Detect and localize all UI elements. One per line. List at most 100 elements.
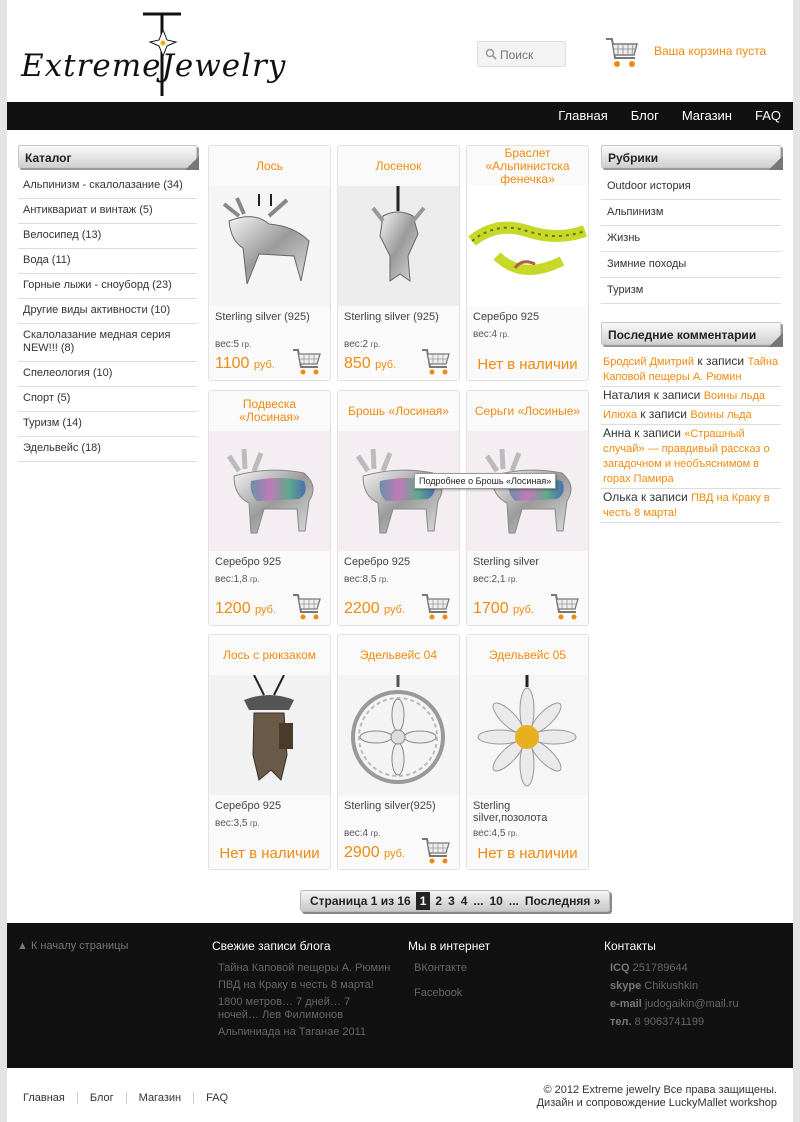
rubric-item[interactable]: Альпинизм xyxy=(601,200,781,226)
add-to-cart-icon[interactable] xyxy=(292,348,322,376)
product-title[interactable]: Брошь «Лосиная» xyxy=(338,391,459,431)
catalog-item[interactable]: Альпинизм - скалолазание (34) xyxy=(18,174,197,199)
catalog-item[interactable]: Спелеология (10) xyxy=(18,362,197,387)
add-to-cart-icon[interactable] xyxy=(421,837,451,865)
search-input[interactable] xyxy=(500,46,562,63)
product-card[interactable]: Эдельвейс 05 Sterling silver,позолота вес:… xyxy=(466,634,589,870)
rubric-item[interactable]: Туризм xyxy=(601,278,781,304)
product-title[interactable]: Браслет «Альпинистска фенечка» xyxy=(467,146,588,186)
weight-unit: гр. xyxy=(507,829,518,838)
bottom-nav-blog[interactable]: Блог xyxy=(76,1092,126,1104)
bottom-nav-home[interactable]: Главная xyxy=(23,1092,77,1104)
catalog-item[interactable]: Спорт (5) xyxy=(18,387,197,412)
catalog-item[interactable]: Другие виды активности (10) xyxy=(18,299,197,324)
comment-author[interactable]: Илюха xyxy=(603,409,637,421)
price-value: 1100 xyxy=(215,355,250,372)
bottom-nav-faq[interactable]: FAQ xyxy=(193,1092,240,1104)
catalog-item[interactable]: Велосипед (13) xyxy=(18,224,197,249)
product-image[interactable] xyxy=(338,431,459,551)
product-card[interactable]: Эдельвейс 04 Sterling silver(925) вес:4 гр… xyxy=(337,634,460,870)
weight-unit: гр. xyxy=(499,330,510,339)
comment-post-link[interactable]: Воины льда xyxy=(690,409,751,421)
catalog-item[interactable]: Скалолазание медная серия NEW!!! (8) xyxy=(18,324,197,362)
product-title[interactable]: Подвеска «Лосиная» xyxy=(209,391,330,431)
nav-item-faq[interactable]: FAQ xyxy=(755,108,781,123)
back-to-top-link[interactable]: ▲ К началу страницы xyxy=(17,940,128,952)
comment-entry: Бродсий Дмитрий к записи Тайна Каповой п… xyxy=(601,353,781,387)
product-weight: вес:3,5 гр. xyxy=(215,818,260,829)
contact-icq: ICQ 251789644 xyxy=(610,962,688,974)
vkontakte-link[interactable]: ВКонтакте xyxy=(408,962,588,975)
product-image[interactable] xyxy=(467,186,588,306)
comment-author[interactable]: Бродсий Дмитрий xyxy=(603,356,694,368)
product-title[interactable]: Лось xyxy=(209,146,330,186)
copyright-text: © 2012 Extreme jewelry Все права защищен… xyxy=(543,1084,777,1096)
catalog-item[interactable]: Горные лыжи - сноуборд (23) xyxy=(18,274,197,299)
product-card[interactable]: Лось с рюкзаком Серебро 925 вес:3,5 гр. Нет… xyxy=(208,634,331,870)
product-title[interactable]: Эдельвейс 04 xyxy=(338,635,459,675)
pager-page[interactable]: 2 xyxy=(435,894,442,908)
logo[interactable]: ExtremeJewelry xyxy=(21,10,301,98)
cart-status[interactable]: Ваша корзина пуста xyxy=(654,44,766,58)
weight-label: вес: xyxy=(215,818,234,829)
price-currency: руб. xyxy=(255,604,277,616)
rubric-item[interactable]: Зимние походы xyxy=(601,252,781,278)
copyright: © 2012 Extreme jewelry Все права защищен… xyxy=(537,1084,777,1110)
product-material: Серебро 925 xyxy=(344,556,411,568)
weight-label: вес: xyxy=(215,339,234,350)
add-to-cart-icon[interactable] xyxy=(292,593,322,621)
price-value: 850 xyxy=(344,355,371,372)
product-price: 1200 руб. xyxy=(215,600,276,618)
pager-label: Страница 1 из 16 xyxy=(310,894,411,908)
footer-blog-link[interactable]: 1800 метров… 7 дней… 7 ночей… Лев Филимо… xyxy=(212,996,392,1022)
product-price: 1700 руб. xyxy=(473,600,534,618)
footer-blog-link[interactable]: ПВД на Краку в честь 8 марта! xyxy=(212,979,392,992)
rubric-item[interactable]: Outdoor история xyxy=(601,174,781,200)
bottom-bar: Главная Блог Магазин FAQ © 2012 Extreme … xyxy=(7,1068,793,1122)
product-image[interactable] xyxy=(209,431,330,551)
product-image[interactable] xyxy=(209,675,330,795)
footer-blog-link[interactable]: Тайна Каповой пещеры А. Рюмин xyxy=(212,962,392,975)
catalog-item[interactable]: Эдельвейс (18) xyxy=(18,437,197,462)
product-title[interactable]: Серьги «Лосиные» xyxy=(467,391,588,431)
facebook-link[interactable]: Facebook xyxy=(408,987,588,1000)
product-image[interactable] xyxy=(209,186,330,306)
product-card[interactable]: Брошь «Лосиная» Серебро 925 вес:8,5 гр. 220… xyxy=(337,390,460,626)
product-weight: вес:4 гр. xyxy=(473,329,509,340)
product-image[interactable] xyxy=(338,186,459,306)
footer-blog-link[interactable]: Альпиниада на Таганае 2011 xyxy=(212,1026,392,1039)
product-title[interactable]: Лось с рюкзаком xyxy=(209,635,330,675)
contact-phone: тел. 8 9063741199 xyxy=(610,1016,705,1028)
product-card[interactable]: Лосенок Sterling silver (925) вес:2 гр. 850… xyxy=(337,145,460,381)
nav-item-home[interactable]: Главная xyxy=(558,108,607,123)
pager-last[interactable]: Последняя » xyxy=(525,894,601,908)
pager-page[interactable]: 4 xyxy=(461,894,468,908)
comment-post-link[interactable]: Воины льда xyxy=(704,390,765,402)
product-image[interactable] xyxy=(467,675,588,795)
search-box[interactable] xyxy=(477,41,566,67)
product-card[interactable]: Серьги «Лосиные» Sterling silver вес:2,1 г… xyxy=(466,390,589,626)
add-to-cart-icon[interactable] xyxy=(550,593,580,621)
product-image[interactable] xyxy=(467,431,588,551)
nav-item-shop[interactable]: Магазин xyxy=(682,108,732,123)
product-card[interactable]: Подвеска «Лосиная» Серебро 925 вес:1,8 гр.… xyxy=(208,390,331,626)
add-to-cart-icon[interactable] xyxy=(421,348,451,376)
footer-social: Мы в интернет ВКонтакте Facebook xyxy=(408,939,588,1004)
pager-page[interactable]: 3 xyxy=(448,894,455,908)
product-title[interactable]: Лосенок xyxy=(338,146,459,186)
pager-page[interactable]: 10 xyxy=(490,894,503,908)
weight-label: вес: xyxy=(344,828,363,839)
product-card[interactable]: Браслет «Альпинистска фенечка» Серебро 92… xyxy=(466,145,589,381)
product-title[interactable]: Эдельвейс 05 xyxy=(467,635,588,675)
bottom-nav-shop[interactable]: Магазин xyxy=(125,1092,193,1104)
product-image[interactable] xyxy=(338,675,459,795)
catalog-item[interactable]: Вода (11) xyxy=(18,249,197,274)
catalog-item[interactable]: Туризм (14) xyxy=(18,412,197,437)
rubric-item[interactable]: Жизнь xyxy=(601,226,781,252)
weight-value: 4 xyxy=(362,828,369,839)
product-card[interactable]: Лось Sterling silver (925) вес:5 гр. 1100 р… xyxy=(208,145,331,381)
catalog-item[interactable]: Антиквариат и винтаж (5) xyxy=(18,199,197,224)
product-material: Sterling silver xyxy=(473,556,540,568)
nav-item-blog[interactable]: Блог xyxy=(631,108,659,123)
add-to-cart-icon[interactable] xyxy=(421,593,451,621)
